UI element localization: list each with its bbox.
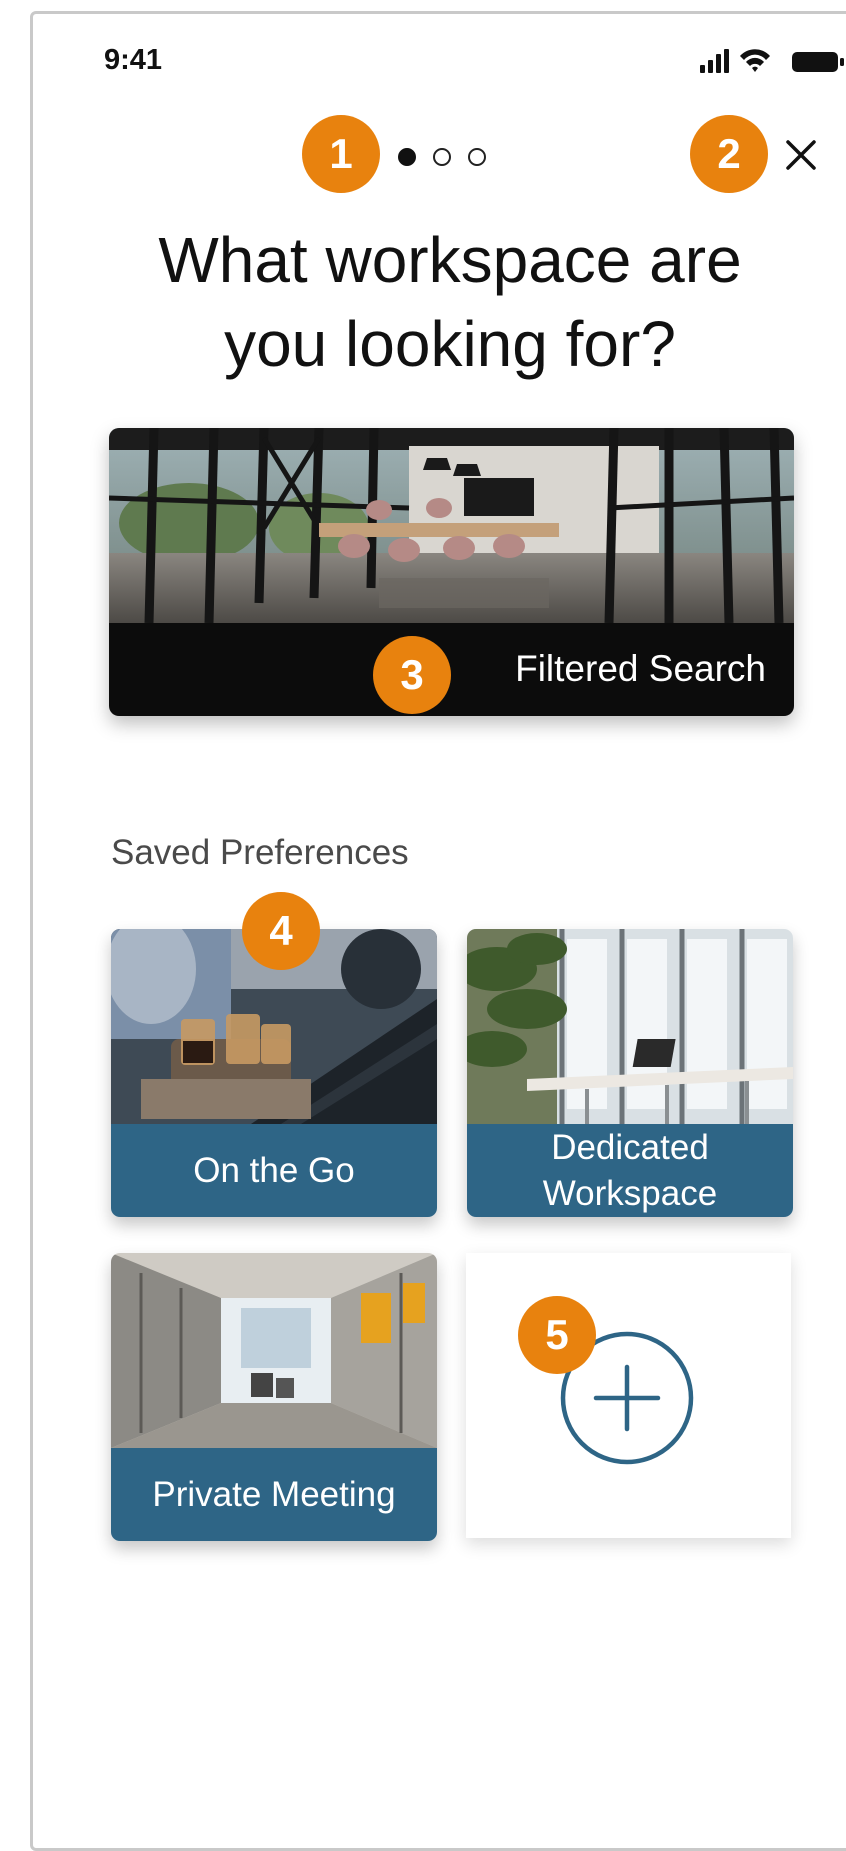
page-dot-2 xyxy=(433,148,451,166)
page-dot-3 xyxy=(468,148,486,166)
page-dot-1 xyxy=(398,148,416,166)
tile-dedicated-workspace-label: Dedicated Workspace xyxy=(543,1125,717,1217)
tile-dedicated-workspace-bar: Dedicated Workspace xyxy=(467,1124,793,1217)
close-button[interactable] xyxy=(781,135,821,175)
add-preference-button[interactable] xyxy=(466,1253,791,1538)
annotation-badge-3: 3 xyxy=(373,636,451,714)
saved-preferences-title: Saved Preferences xyxy=(111,833,409,872)
tile-dedicated-workspace[interactable]: Dedicated Workspace xyxy=(467,929,793,1217)
battery-icon xyxy=(792,52,844,72)
page-indicator xyxy=(398,143,486,171)
page-title: What workspace are you looking for? xyxy=(60,218,840,386)
office-photo xyxy=(109,428,794,623)
status-icons xyxy=(700,45,846,81)
wifi-icon xyxy=(740,49,770,72)
tile-on-the-go-label: On the Go xyxy=(193,1150,355,1190)
annotation-badge-1: 1 xyxy=(302,115,380,193)
tile-private-meeting[interactable]: Private Meeting xyxy=(111,1253,437,1541)
desk-window-photo xyxy=(467,929,793,1124)
page-title-line-1: What workspace are xyxy=(158,224,742,296)
signal-icon xyxy=(700,49,729,73)
page-title-line-2: you looking for? xyxy=(224,308,676,380)
annotation-badge-4: 4 xyxy=(242,892,320,970)
tile-private-meeting-bar: Private Meeting xyxy=(111,1448,437,1541)
filtered-search-label: Filtered Search xyxy=(515,648,766,689)
tile-dedicated-workspace-label-line-1: Dedicated xyxy=(551,1127,709,1167)
tile-on-the-go[interactable]: On the Go xyxy=(111,929,437,1217)
close-icon xyxy=(786,140,816,170)
annotation-badge-5: 5 xyxy=(518,1296,596,1374)
annotation-badge-2: 2 xyxy=(690,115,768,193)
filtered-search-bar: Filtered Search xyxy=(109,623,794,716)
tile-dedicated-workspace-label-line-2: Workspace xyxy=(542,1173,718,1213)
filtered-search-card[interactable]: Filtered Search xyxy=(109,428,794,716)
tile-private-meeting-label: Private Meeting xyxy=(152,1474,396,1514)
tile-on-the-go-bar: On the Go xyxy=(111,1124,437,1217)
glass-office-photo xyxy=(111,1253,437,1448)
status-time: 9:41 xyxy=(104,44,163,76)
